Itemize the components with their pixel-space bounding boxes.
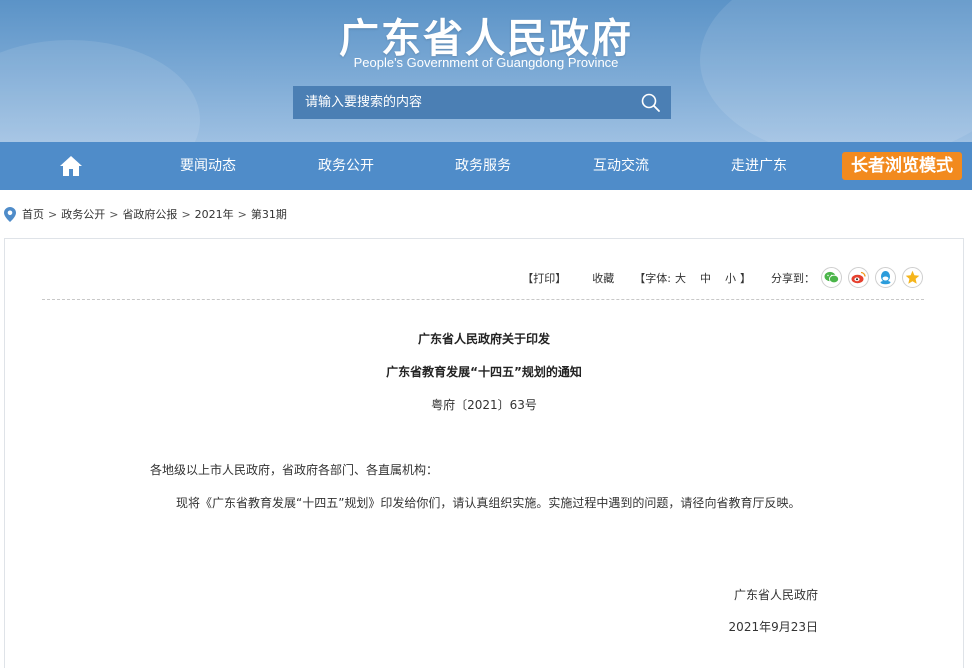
document-title-line1: 广东省人民政府关于印发 [417, 332, 550, 346]
qq-icon [880, 271, 891, 285]
elder-mode-button[interactable]: 长者浏览模式 [842, 152, 962, 180]
home-icon [60, 156, 82, 176]
font-large-button[interactable]: 大 [675, 272, 686, 285]
nav-item-about-guangdong[interactable]: 走进广东 [731, 142, 787, 190]
share-weibo[interactable] [848, 267, 869, 288]
nav-item-news[interactable]: 要闻动态 [180, 142, 236, 190]
nav-item-interaction[interactable]: 互动交流 [593, 142, 649, 190]
share-wechat[interactable] [821, 267, 842, 288]
breadcrumb-issue[interactable]: 第31期 [251, 206, 287, 222]
site-header: 广东省人民政府 People's Government of Guangdong… [0, 0, 972, 142]
font-size-control: 【字体: 大 中 小】 [634, 270, 751, 286]
document-body: 现将《广东省教育发展“十四五”规划》印发给你们，请认真组织实施。实施过程中遇到的… [176, 496, 801, 510]
print-button[interactable]: 【打印】 [522, 270, 566, 286]
main-nav: 要闻动态 政务公开 政务服务 互动交流 走进广东 长者浏览模式 [0, 142, 972, 190]
search-button[interactable] [631, 86, 671, 119]
nav-home[interactable] [58, 154, 84, 178]
breadcrumb-open-government[interactable]: 政务公开 [61, 206, 105, 222]
breadcrumb-gazette[interactable]: 省政府公报 [122, 206, 177, 222]
breadcrumb-separator: > [181, 207, 191, 221]
search-input[interactable] [293, 86, 631, 119]
share-label: 分享到： [771, 271, 815, 285]
nav-item-services[interactable]: 政务服务 [455, 142, 511, 190]
document-signature: 广东省人民政府 [733, 588, 818, 602]
breadcrumb-year[interactable]: 2021年 [195, 206, 234, 222]
font-size-label-end: 】 [740, 271, 751, 285]
favorite-button[interactable]: 收藏 [592, 270, 614, 286]
article-panel: 【打印】 收藏 【字体: 大 中 小】 分享到： 广东省人民政府关于印发 广东省教育… [4, 238, 964, 668]
wechat-icon [824, 271, 839, 284]
breadcrumb-separator: > [48, 207, 58, 221]
document-number: 粤府〔2021〕63号 [431, 398, 537, 412]
nav-item-open-government[interactable]: 政务公开 [318, 142, 374, 190]
toolbar-divider [42, 299, 924, 300]
breadcrumb: 首页 > 政务公开 > 省政府公报 > 2021年 > 第31期 [0, 205, 287, 223]
document-salutation: 各地级以上市人民政府，省政府各部门、各直属机构： [150, 463, 439, 477]
search-bar [293, 86, 671, 119]
share-qzone[interactable] [902, 267, 923, 288]
font-size-label: 【字体: [634, 271, 671, 285]
weibo-icon [851, 271, 866, 284]
document-date: 2021年9月23日 [728, 620, 818, 634]
site-subtitle: People's Government of Guangdong Provinc… [353, 55, 619, 70]
search-icon [641, 93, 660, 112]
breadcrumb-separator: > [109, 207, 119, 221]
document-title-line2: 广东省教育发展“十四五”规划的通知 [386, 365, 582, 379]
share-qq[interactable] [875, 267, 896, 288]
font-medium-button[interactable]: 中 [700, 272, 711, 285]
breadcrumb-separator: > [237, 207, 247, 221]
article-toolbar: 【打印】 收藏 【字体: 大 中 小】 分享到： [508, 267, 923, 288]
qzone-icon [905, 270, 920, 284]
font-small-button[interactable]: 小 [725, 272, 736, 285]
location-pin-icon [4, 206, 16, 222]
breadcrumb-home[interactable]: 首页 [22, 206, 44, 222]
